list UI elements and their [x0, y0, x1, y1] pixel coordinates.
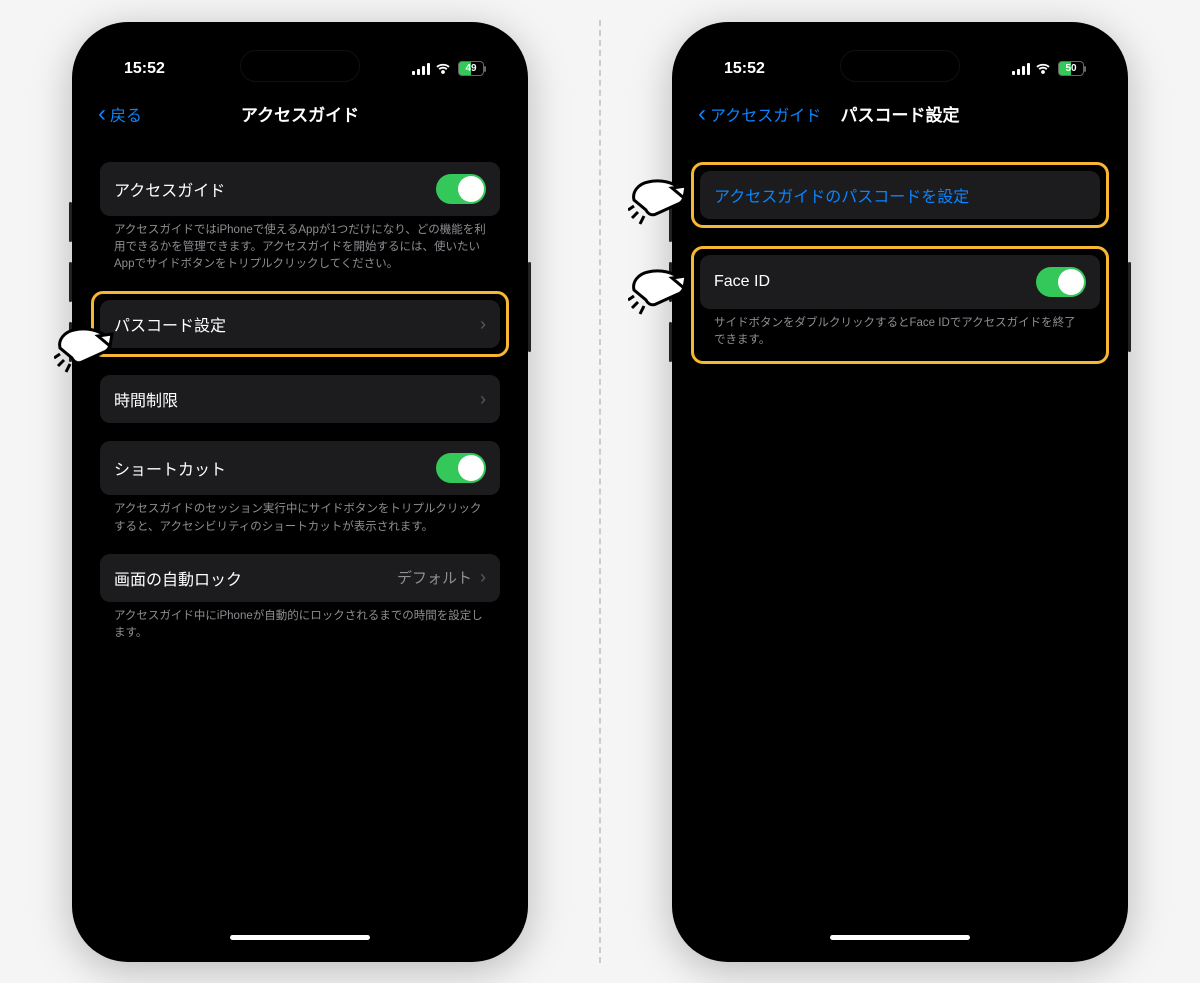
row-label: パスコード設定 [114, 312, 226, 336]
nav-title: アクセスガイド [86, 101, 514, 126]
pointing-hand-icon [54, 320, 114, 380]
home-indicator[interactable] [830, 935, 970, 940]
cellular-signal-icon [412, 63, 430, 75]
row-label: アクセスガイドのパスコードを設定 [714, 183, 969, 207]
battery-indicator: 50 [1058, 61, 1084, 76]
back-button[interactable]: ‹ 戻る [98, 102, 142, 126]
row-guided-access-toggle[interactable]: アクセスガイド [100, 162, 500, 216]
chevron-right-icon: › [480, 389, 486, 410]
back-label: 戻る [110, 102, 142, 126]
row-label: Face ID [714, 273, 770, 291]
toggle-switch-on[interactable] [436, 174, 486, 204]
chevron-left-icon: ‹ [698, 102, 706, 126]
chevron-left-icon: ‹ [98, 102, 106, 126]
back-label: アクセスガイド [710, 102, 821, 126]
highlight-set-passcode: アクセスガイドのパスコードを設定 [691, 162, 1109, 228]
dynamic-island [240, 50, 360, 82]
phone-frame-left: 15:52 49 ‹ 戻る アクセスガイド [72, 22, 528, 962]
home-indicator[interactable] [230, 935, 370, 940]
row-value: デフォルト [397, 567, 472, 588]
toggle-switch-on[interactable] [436, 453, 486, 483]
phone-screen-right: 15:52 50 ‹ アクセスガイド パスコード設定 [686, 36, 1114, 948]
row-label: ショートカット [114, 456, 226, 480]
dynamic-island [840, 50, 960, 82]
caption-autolock: アクセスガイド中にiPhoneが自動的にロックされるまでの時間を設定します。 [100, 602, 500, 643]
chevron-right-icon: › [480, 567, 486, 588]
row-label: 画面の自動ロック [114, 566, 242, 590]
cellular-signal-icon [1012, 63, 1030, 75]
row-time-limit[interactable]: 時間制限 › [100, 375, 500, 423]
status-time: 15:52 [724, 60, 765, 78]
row-label: 時間制限 [114, 387, 178, 411]
row-shortcut-toggle[interactable]: ショートカット [100, 441, 500, 495]
row-passcode-settings[interactable]: パスコード設定 › [100, 300, 500, 348]
wifi-icon [436, 63, 452, 75]
wifi-icon [1036, 63, 1052, 75]
phone-screen-left: 15:52 49 ‹ 戻る アクセスガイド [86, 36, 514, 948]
highlight-face-id: Face ID サイドボタンをダブルクリックするとFace IDでアクセスガイド… [691, 246, 1109, 365]
caption-face-id: サイドボタンをダブルクリックするとFace IDでアクセスガイドを終了できます。 [700, 309, 1100, 356]
row-auto-lock[interactable]: 画面の自動ロック デフォルト › [100, 554, 500, 602]
row-set-guided-access-passcode[interactable]: アクセスガイドのパスコードを設定 [700, 171, 1100, 219]
nav-bar: ‹ アクセスガイド パスコード設定 [686, 92, 1114, 136]
highlight-passcode-settings: パスコード設定 › [91, 291, 509, 357]
pointing-hand-icon [628, 172, 688, 232]
chevron-right-icon: › [480, 314, 486, 335]
battery-indicator: 49 [458, 61, 484, 76]
toggle-switch-on[interactable] [1036, 267, 1086, 297]
nav-bar: ‹ 戻る アクセスガイド [86, 92, 514, 136]
row-face-id-toggle[interactable]: Face ID [700, 255, 1100, 309]
pointing-hand-icon [628, 262, 688, 322]
caption-guided-access: アクセスガイドではiPhoneで使えるAppが1つだけになり、どの機能を利用でき… [100, 216, 500, 274]
back-button[interactable]: ‹ アクセスガイド [698, 102, 821, 126]
row-label: アクセスガイド [114, 177, 225, 201]
phone-frame-right: 15:52 50 ‹ アクセスガイド パスコード設定 [672, 22, 1128, 962]
status-time: 15:52 [124, 60, 165, 78]
caption-shortcut: アクセスガイドのセッション実行中にサイドボタンをトリプルクリックすると、アクセシ… [100, 495, 500, 536]
